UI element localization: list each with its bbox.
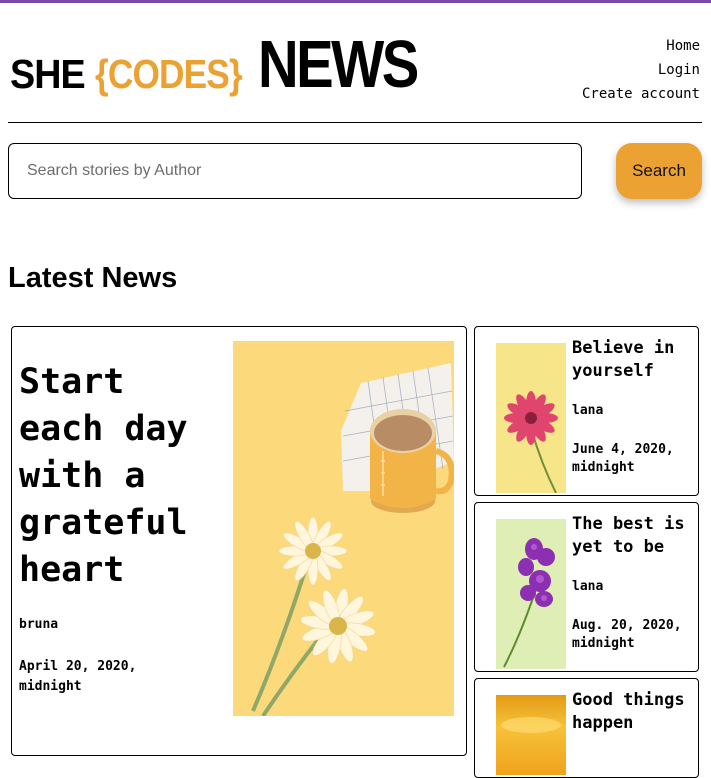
author-search-input[interactable] [8, 143, 582, 199]
purple-orchid-image [496, 519, 566, 669]
story-title[interactable]: Good things happen [572, 689, 697, 735]
logo-news: NEWS [258, 27, 419, 102]
story-card[interactable]: The best is yet to be lana Aug. 20, 2020… [474, 502, 699, 672]
latest-news-heading: Latest News [8, 262, 178, 294]
story-title[interactable]: Believe in yourself [572, 337, 697, 383]
story-date: April 20, 2020, midnight [19, 659, 137, 694]
story-date: Aug. 20, 2020, midnight [572, 618, 682, 651]
story-title[interactable]: The best is yet to be [572, 513, 697, 559]
story-title[interactable]: Start each day with a grateful heart [19, 359, 229, 594]
story-card[interactable]: Good things happen [474, 678, 699, 778]
top-accent-bar [0, 0, 711, 3]
featured-story-card[interactable]: Start each day with a grateful heart bru… [11, 326, 467, 756]
story-author: lana [572, 579, 604, 594]
story-author: lana [572, 403, 604, 418]
header-divider [8, 122, 702, 123]
logo-codes: {CODES} [95, 51, 243, 97]
story-card[interactable]: Believe in yourself lana June 4, 2020, m… [474, 326, 699, 496]
coffee-and-daisies-image [233, 341, 454, 716]
golden-sunset-image [496, 695, 566, 775]
nav-create-account-link[interactable]: Create account [582, 82, 700, 106]
nav-login-link[interactable]: Login [582, 58, 700, 82]
main-nav: Home Login Create account [582, 34, 700, 106]
pink-daisy-image [496, 343, 566, 493]
story-author: bruna [19, 617, 59, 632]
search-button[interactable]: Search [616, 143, 702, 199]
site-logo[interactable]: SHE {CODES} NEWS [10, 28, 447, 98]
story-date: June 4, 2020, midnight [572, 442, 674, 475]
nav-home-link[interactable]: Home [582, 34, 700, 58]
logo-she: SHE [10, 51, 86, 97]
